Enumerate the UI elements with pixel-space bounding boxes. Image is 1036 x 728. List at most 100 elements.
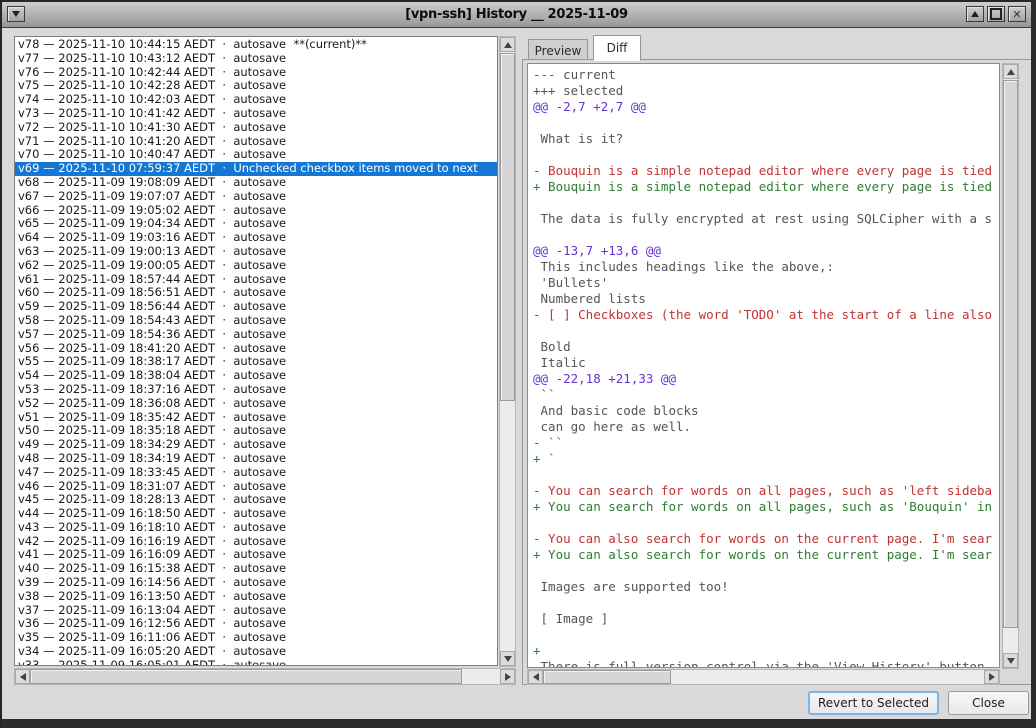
version-row[interactable]: v56 — 2025-11-09 18:41:20 AEDT · autosav… — [15, 342, 497, 356]
version-row[interactable]: v45 — 2025-11-09 18:28:13 AEDT · autosav… — [15, 493, 497, 507]
version-row[interactable]: v76 — 2025-11-10 10:42:44 AEDT · autosav… — [15, 66, 497, 80]
version-row[interactable]: v38 — 2025-11-09 16:13:50 AEDT · autosav… — [15, 590, 497, 604]
diff-vscroll-down-button[interactable] — [1003, 653, 1018, 668]
titlebar[interactable]: [vpn-ssh] History __ 2025-11-09 ✕ — [2, 2, 1031, 28]
version-row[interactable]: v74 — 2025-11-10 10:42:03 AEDT · autosav… — [15, 93, 497, 107]
diff-line: - You can search for words on all pages,… — [533, 483, 999, 499]
close-button[interactable]: Close — [948, 691, 1029, 715]
version-row[interactable]: v66 — 2025-11-09 19:05:02 AEDT · autosav… — [15, 204, 497, 218]
shade-button[interactable] — [966, 6, 984, 22]
diff-vscrollbar[interactable] — [1002, 63, 1019, 669]
version-row[interactable]: v71 — 2025-11-10 10:41:20 AEDT · autosav… — [15, 135, 497, 149]
version-row[interactable]: v54 — 2025-11-09 18:38:04 AEDT · autosav… — [15, 369, 497, 383]
app-window: [vpn-ssh] History __ 2025-11-09 ✕ v78 — … — [0, 0, 1036, 728]
list-hscrollbar[interactable] — [14, 668, 516, 685]
version-history-list[interactable]: v78 — 2025-11-10 10:44:15 AEDT · autosav… — [14, 36, 498, 666]
version-row[interactable]: v49 — 2025-11-09 18:34:29 AEDT · autosav… — [15, 438, 497, 452]
version-row[interactable]: v75 — 2025-11-10 10:42:28 AEDT · autosav… — [15, 79, 497, 93]
diff-line: - `` — [533, 435, 999, 451]
version-row[interactable]: v40 — 2025-11-09 16:15:38 AEDT · autosav… — [15, 562, 497, 576]
version-row[interactable]: v37 — 2025-11-09 16:13:04 AEDT · autosav… — [15, 604, 497, 618]
version-row[interactable]: v58 — 2025-11-09 18:54:43 AEDT · autosav… — [15, 314, 497, 328]
diff-line: + You can search for words on all pages,… — [533, 499, 999, 515]
version-row[interactable]: v63 — 2025-11-09 19:00:13 AEDT · autosav… — [15, 245, 497, 259]
version-row[interactable]: v50 — 2025-11-09 18:35:18 AEDT · autosav… — [15, 424, 497, 438]
version-row[interactable]: v43 — 2025-11-09 16:18:10 AEDT · autosav… — [15, 521, 497, 535]
version-row[interactable]: v69 — 2025-11-10 07:59:37 AEDT · Uncheck… — [15, 162, 497, 176]
diff-line: `` — [533, 387, 999, 403]
version-row[interactable]: v60 — 2025-11-09 18:56:51 AEDT · autosav… — [15, 286, 497, 300]
version-row[interactable]: v68 — 2025-11-09 19:08:09 AEDT · autosav… — [15, 176, 497, 190]
version-row[interactable]: v34 — 2025-11-09 16:05:20 AEDT · autosav… — [15, 645, 497, 659]
close-window-button[interactable]: ✕ — [1008, 6, 1026, 22]
diff-line: The data is fully encrypted at rest usin… — [533, 211, 999, 227]
revert-to-selected-button[interactable]: Revert to Selected — [808, 691, 939, 715]
diff-line: @@ -22,18 +21,33 @@ — [533, 371, 999, 387]
list-vscroll-up-button[interactable] — [500, 37, 515, 52]
diff-line — [533, 515, 999, 531]
version-row[interactable]: v62 — 2025-11-09 19:00:05 AEDT · autosav… — [15, 259, 497, 273]
list-hscroll-left-button[interactable] — [15, 669, 30, 684]
version-row[interactable]: v41 — 2025-11-09 16:16:09 AEDT · autosav… — [15, 548, 497, 562]
version-row[interactable]: v48 — 2025-11-09 18:34:19 AEDT · autosav… — [15, 452, 497, 466]
version-row[interactable]: v52 — 2025-11-09 18:36:08 AEDT · autosav… — [15, 397, 497, 411]
diff-line: Bold — [533, 339, 999, 355]
list-hscroll-thumb[interactable] — [30, 669, 462, 684]
arrow-right-icon — [505, 673, 511, 681]
diff-hscroll-thumb[interactable] — [543, 670, 671, 684]
diff-line — [533, 195, 999, 211]
arrow-down-icon — [1007, 658, 1015, 664]
version-row[interactable]: v46 — 2025-11-09 18:31:07 AEDT · autosav… — [15, 480, 497, 494]
version-row[interactable]: v47 — 2025-11-09 18:33:45 AEDT · autosav… — [15, 466, 497, 480]
diff-line — [533, 115, 999, 131]
version-row[interactable]: v61 — 2025-11-09 18:57:44 AEDT · autosav… — [15, 273, 497, 287]
tab-preview[interactable]: Preview — [528, 39, 588, 61]
tab-diff[interactable]: Diff — [593, 35, 641, 61]
version-row[interactable]: v36 — 2025-11-09 16:12:56 AEDT · autosav… — [15, 617, 497, 631]
diff-text-area[interactable]: --- current+++ selected@@ -2,7 +2,7 @@ W… — [527, 63, 1000, 668]
diff-line: + — [533, 643, 999, 659]
diff-line — [533, 227, 999, 243]
version-row[interactable]: v42 — 2025-11-09 16:16:19 AEDT · autosav… — [15, 535, 497, 549]
version-row[interactable]: v65 — 2025-11-09 19:04:34 AEDT · autosav… — [15, 217, 497, 231]
version-row[interactable]: v55 — 2025-11-09 18:38:17 AEDT · autosav… — [15, 355, 497, 369]
list-vscroll-thumb[interactable] — [500, 53, 515, 401]
version-row[interactable]: v35 — 2025-11-09 16:11:06 AEDT · autosav… — [15, 631, 497, 645]
arrow-left-icon — [533, 673, 539, 681]
version-row[interactable]: v57 — 2025-11-09 18:54:36 AEDT · autosav… — [15, 328, 497, 342]
diff-line: @@ -2,7 +2,7 @@ — [533, 99, 999, 115]
version-row[interactable]: v73 — 2025-11-10 10:41:42 AEDT · autosav… — [15, 107, 497, 121]
diff-line: 'Bullets' — [533, 275, 999, 291]
diff-line: Italic — [533, 355, 999, 371]
diff-line: + ` — [533, 451, 999, 467]
diff-line — [533, 467, 999, 483]
list-vscroll-down-button[interactable] — [500, 651, 515, 666]
list-vscrollbar[interactable] — [499, 36, 516, 667]
diff-line: There is full version control via the 'V… — [533, 659, 999, 668]
window-title: [vpn-ssh] History __ 2025-11-09 — [2, 2, 1031, 27]
diff-line: + You can also search for words on the c… — [533, 547, 999, 563]
diff-hscrollbar[interactable] — [527, 669, 1000, 685]
diff-line: What is it? — [533, 131, 999, 147]
diff-vscroll-up-button[interactable] — [1003, 64, 1018, 79]
version-row[interactable]: v33 — 2025-11-09 16:05:01 AEDT · autosav… — [15, 659, 497, 666]
diff-vscroll-thumb[interactable] — [1003, 80, 1018, 628]
version-row[interactable]: v77 — 2025-11-10 10:43:12 AEDT · autosav… — [15, 52, 497, 66]
diff-hscroll-left-button[interactable] — [528, 670, 543, 684]
version-row[interactable]: v78 — 2025-11-10 10:44:15 AEDT · autosav… — [15, 38, 497, 52]
version-row[interactable]: v44 — 2025-11-09 16:18:50 AEDT · autosav… — [15, 507, 497, 521]
version-row[interactable]: v59 — 2025-11-09 18:56:44 AEDT · autosav… — [15, 300, 497, 314]
version-row[interactable]: v53 — 2025-11-09 18:37:16 AEDT · autosav… — [15, 383, 497, 397]
maximize-button[interactable] — [987, 6, 1005, 22]
version-row[interactable]: v39 — 2025-11-09 16:14:56 AEDT · autosav… — [15, 576, 497, 590]
version-row[interactable]: v70 — 2025-11-10 10:40:47 AEDT · autosav… — [15, 148, 497, 162]
version-row[interactable]: v67 — 2025-11-09 19:07:07 AEDT · autosav… — [15, 190, 497, 204]
arrow-up-icon — [1007, 69, 1015, 75]
diff-line: +++ selected — [533, 83, 999, 99]
diff-line: [ Image ] — [533, 611, 999, 627]
version-row[interactable]: v72 — 2025-11-10 10:41:30 AEDT · autosav… — [15, 121, 497, 135]
list-hscroll-right-button[interactable] — [500, 669, 515, 684]
version-row[interactable]: v64 — 2025-11-09 19:03:16 AEDT · autosav… — [15, 231, 497, 245]
version-row[interactable]: v51 — 2025-11-09 18:35:42 AEDT · autosav… — [15, 411, 497, 425]
diff-hscroll-right-button[interactable] — [984, 670, 999, 684]
